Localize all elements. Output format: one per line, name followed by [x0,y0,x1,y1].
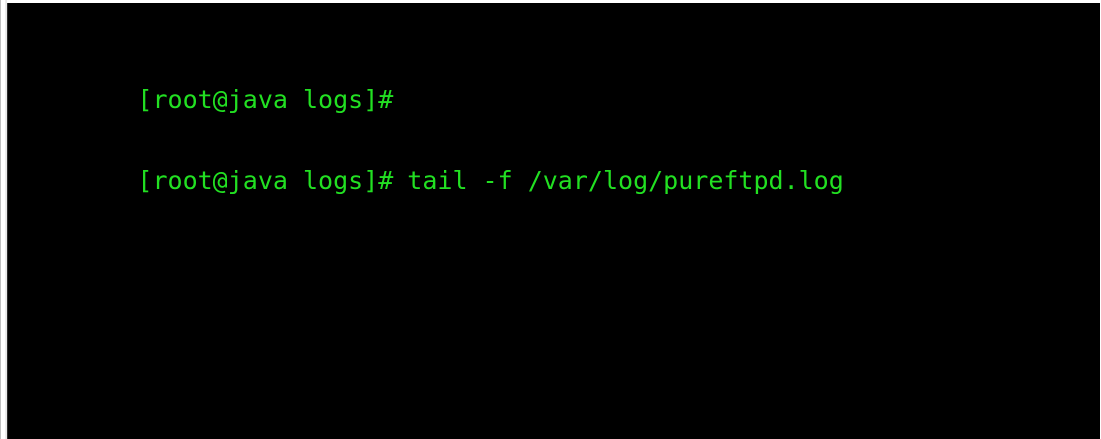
terminal-screen[interactable]: [root@java logs]# [root@java logs]# tail … [7,3,1100,439]
terminal-prompt: [root@java logs]# [137,166,394,195]
terminal-window: [root@java logs]# [root@java logs]# tail … [0,0,1101,439]
terminal-line: [root@java logs]# tail -f /var/log/pureft… [17,140,1092,194]
terminal-command: tail -f /var/log/pureftpd.log [407,166,844,195]
terminal-line: [root@java logs]# [17,59,1092,113]
terminal-prompt: [root@java logs]# [137,85,394,114]
terminal-content[interactable]: [root@java logs]# [root@java logs]# tail … [17,5,1092,439]
